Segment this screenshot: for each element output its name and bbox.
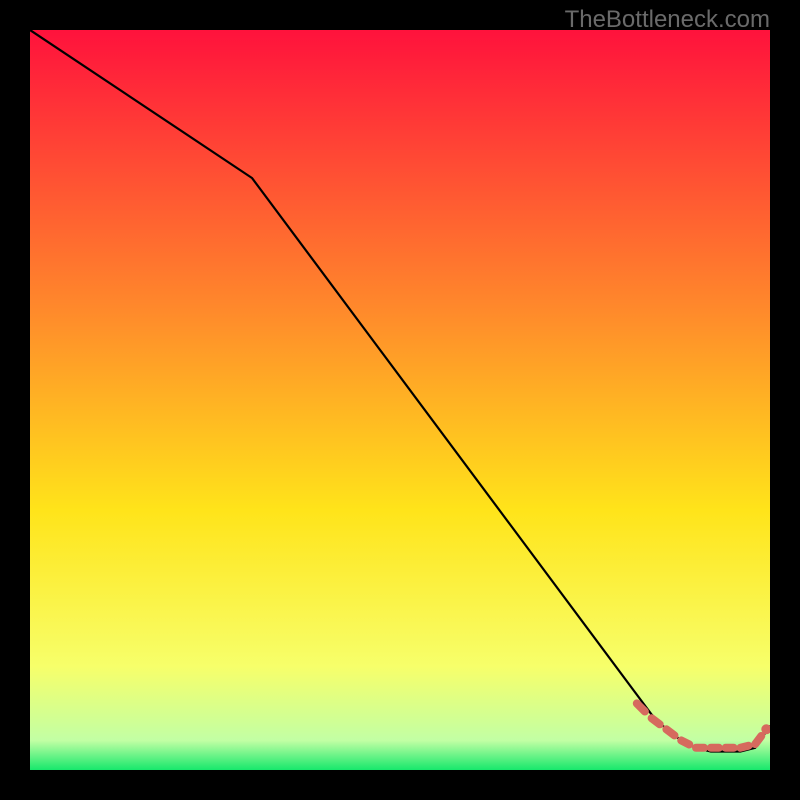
dash-segment <box>755 736 761 744</box>
dash-segment <box>666 729 674 735</box>
dash-segment <box>652 718 660 724</box>
gradient-background <box>30 30 770 770</box>
plot-area <box>30 30 770 770</box>
chart-svg <box>30 30 770 770</box>
dash-segment <box>740 746 748 748</box>
chart-stage: TheBottleneck.com <box>0 0 800 800</box>
dash-segment <box>681 740 689 744</box>
